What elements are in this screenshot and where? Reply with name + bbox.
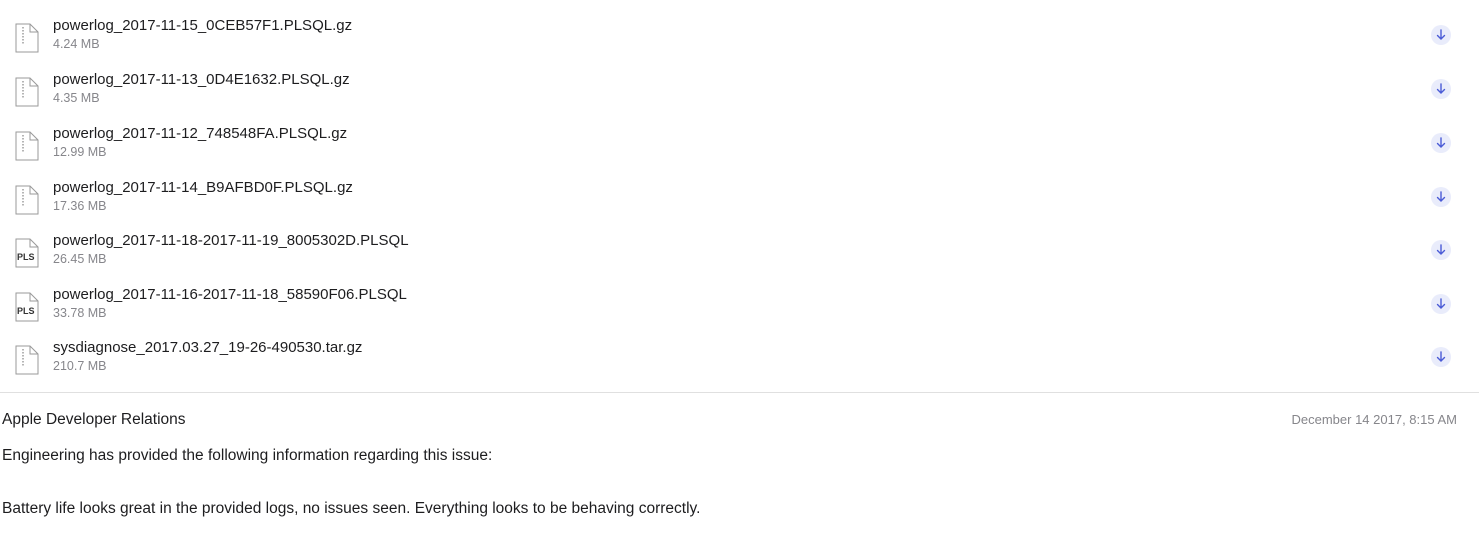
comment-body-line: Engineering has provided the following i… (2, 447, 493, 464)
download-button[interactable] (1431, 347, 1451, 367)
attachment-name[interactable]: powerlog_2017-11-12_748548FA.PLSQL.gz (53, 125, 347, 143)
download-arrow-icon (1436, 29, 1446, 40)
download-arrow-icon (1436, 137, 1446, 148)
zip-file-icon (15, 77, 39, 107)
zip-file-icon (15, 345, 39, 375)
download-button[interactable] (1431, 240, 1451, 260)
attachment-size: 12.99 MB (53, 145, 107, 159)
zip-file-icon (15, 131, 39, 161)
comment-author: Apple Developer Relations (2, 411, 186, 428)
comment-timestamp: December 14 2017, 8:15 AM (1291, 412, 1458, 427)
attachment-row: powerlog_2017-11-12_748548FA.PLSQL.gz 12… (0, 125, 1479, 178)
attachment-size: 26.45 MB (53, 252, 107, 266)
attachment-name[interactable]: powerlog_2017-11-18-2017-11-19_8005302D.… (53, 232, 409, 250)
attachment-size: 210.7 MB (53, 359, 107, 373)
attachment-row: sysdiagnose_2017.03.27_19-26-490530.tar.… (0, 339, 1479, 392)
download-button[interactable] (1431, 25, 1451, 45)
attachment-size: 17.36 MB (53, 199, 107, 213)
attachment-size: 4.35 MB (53, 91, 100, 105)
download-arrow-icon (1436, 83, 1446, 94)
attachment-row: PLS powerlog_2017-11-16-2017-11-18_58590… (0, 286, 1479, 339)
pls-file-icon: PLS (15, 238, 39, 268)
attachment-row: powerlog_2017-11-13_0D4E1632.PLSQL.gz 4.… (0, 71, 1479, 124)
attachment-name[interactable]: powerlog_2017-11-13_0D4E1632.PLSQL.gz (53, 71, 350, 89)
attachment-row: powerlog_2017-11-14_B9AFBD0F.PLSQL.gz 17… (0, 179, 1479, 232)
download-arrow-icon (1436, 244, 1446, 255)
attachment-name[interactable]: sysdiagnose_2017.03.27_19-26-490530.tar.… (53, 339, 362, 357)
download-button[interactable] (1431, 294, 1451, 314)
attachment-name[interactable]: powerlog_2017-11-16-2017-11-18_58590F06.… (53, 286, 407, 304)
comment-body-line: Battery life looks great in the provided… (2, 500, 701, 517)
comment-divider (0, 392, 1479, 393)
pls-file-icon: PLS (15, 292, 39, 322)
zip-file-icon (15, 185, 39, 215)
zip-file-icon (15, 23, 39, 53)
download-arrow-icon (1436, 351, 1446, 362)
attachment-name[interactable]: powerlog_2017-11-14_B9AFBD0F.PLSQL.gz (53, 179, 353, 197)
download-button[interactable] (1431, 133, 1451, 153)
attachment-row: PLS powerlog_2017-11-18-2017-11-19_80053… (0, 232, 1479, 285)
attachment-size: 33.78 MB (53, 306, 107, 320)
pls-badge: PLS (17, 252, 35, 262)
attachment-size: 4.24 MB (53, 37, 100, 51)
attachment-name[interactable]: powerlog_2017-11-15_0CEB57F1.PLSQL.gz (53, 17, 352, 35)
download-button[interactable] (1431, 187, 1451, 207)
download-arrow-icon (1436, 298, 1446, 309)
download-button[interactable] (1431, 79, 1451, 99)
attachment-row: powerlog_2017-11-15_0CEB57F1.PLSQL.gz 4.… (0, 17, 1479, 70)
pls-badge: PLS (17, 306, 35, 316)
download-arrow-icon (1436, 191, 1446, 202)
